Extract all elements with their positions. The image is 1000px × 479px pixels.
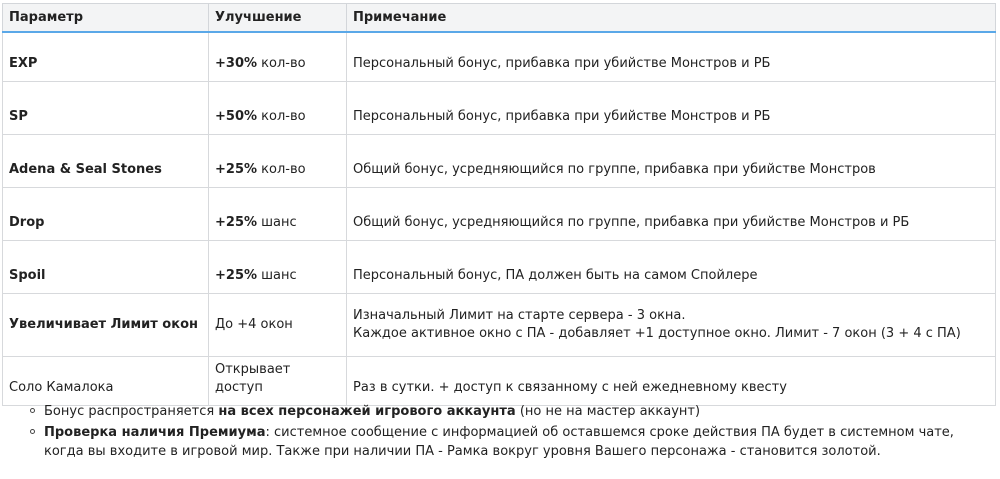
- list-item: Бонус распространяется на всех персонаже…: [30, 402, 1000, 421]
- param-label: Spoil: [9, 268, 46, 283]
- note-text: Изначальный Лимит на старте сервера - 3 …: [353, 308, 686, 323]
- improvement-cell: +50% кол-во: [208, 81, 347, 135]
- improvement-cell: +30% кол-во: [208, 31, 347, 82]
- note-cell: Персональный бонус, прибавка при убийств…: [346, 31, 996, 82]
- param-cell: SP: [2, 81, 209, 135]
- param-label: Соло Камалока: [9, 380, 114, 395]
- param-label: SP: [9, 109, 28, 124]
- note-cell: Персональный бонус, ПА должен быть на са…: [346, 240, 996, 294]
- param-cell: Adena & Seal Stones: [2, 134, 209, 188]
- improvement-cell: Открывает доступ: [208, 356, 347, 406]
- note-cell: Персональный бонус, прибавка при убийств…: [346, 81, 996, 135]
- list-item: Проверка наличия Премиума: системное соо…: [30, 423, 1000, 461]
- table-row: Drop +25% шанс Общий бонус, усредняющийс…: [2, 187, 996, 241]
- header-parameter: Параметр: [2, 3, 209, 33]
- param-cell: Drop: [2, 187, 209, 241]
- note-text: Каждое активное окно с ПА - добавляет +1…: [353, 326, 961, 341]
- premium-bonus-table: Параметр Улучшение Примечание EXP +30% к…: [2, 3, 996, 406]
- note-text: Общий бонус, усредняющийся по группе, пр…: [353, 162, 876, 177]
- param-cell: Соло Камалока: [2, 356, 209, 406]
- header-improvement: Улучшение: [208, 3, 347, 33]
- table-header-row: Параметр Улучшение Примечание: [2, 3, 996, 33]
- improvement-value: +25%: [215, 162, 258, 177]
- improvement-unit: кол-во: [257, 162, 306, 177]
- improvement-unit: шанс: [257, 215, 297, 230]
- improvement-cell: +25% кол-во: [208, 134, 347, 188]
- improvement-value: +50%: [215, 109, 258, 124]
- table-row: SP +50% кол-во Персональный бонус, приба…: [2, 81, 996, 135]
- param-cell: EXP: [2, 31, 209, 82]
- param-label: Увеличивает Лимит окон: [9, 317, 198, 332]
- param-label: Adena & Seal Stones: [9, 162, 162, 177]
- improvement-value: +25%: [215, 268, 258, 283]
- param-cell: Spoil: [2, 240, 209, 294]
- improvement-unit: шанс: [257, 268, 297, 283]
- param-label: EXP: [9, 56, 38, 71]
- improvement-value: +25%: [215, 215, 258, 230]
- header-note: Примечание: [346, 3, 996, 33]
- note-text: Персональный бонус, прибавка при убийств…: [353, 109, 771, 124]
- note-cell: Общий бонус, усредняющийся по группе, пр…: [346, 134, 996, 188]
- table-row: Увеличивает Лимит окон До +4 окон Изнача…: [2, 293, 996, 357]
- param-cell: Увеличивает Лимит окон: [2, 293, 209, 357]
- note-text: Персональный бонус, прибавка при убийств…: [353, 56, 771, 71]
- improvement-cell: До +4 окон: [208, 293, 347, 357]
- improvement-value: +30%: [215, 56, 258, 71]
- table-row: EXP +30% кол-во Персональный бонус, приб…: [2, 31, 996, 82]
- improvement-cell: +25% шанс: [208, 240, 347, 294]
- note-text: Раз в сутки. + доступ к связанному с ней…: [353, 380, 787, 395]
- notes-list: Бонус распространяется на всех персонаже…: [0, 402, 1000, 463]
- table-row: Соло Камалока Открывает доступ Раз в сут…: [2, 356, 996, 406]
- improvement-unit: Открывает доступ: [215, 362, 291, 395]
- note-text: Персональный бонус, ПА должен быть на са…: [353, 268, 758, 283]
- note-cell: Изначальный Лимит на старте сервера - 3 …: [346, 293, 996, 357]
- improvement-unit: До +4 окон: [215, 317, 293, 332]
- improvement-cell: +25% шанс: [208, 187, 347, 241]
- param-label: Drop: [9, 215, 45, 230]
- note-cell: Общий бонус, усредняющийся по группе, пр…: [346, 187, 996, 241]
- note-cell: Раз в сутки. + доступ к связанному с ней…: [346, 356, 996, 406]
- table-row: Spoil +25% шанс Персональный бонус, ПА д…: [2, 240, 996, 294]
- note-text: Общий бонус, усредняющийся по группе, пр…: [353, 215, 910, 230]
- improvement-unit: кол-во: [257, 56, 306, 71]
- improvement-unit: кол-во: [257, 109, 306, 124]
- table-row: Adena & Seal Stones +25% кол-во Общий бо…: [2, 134, 996, 188]
